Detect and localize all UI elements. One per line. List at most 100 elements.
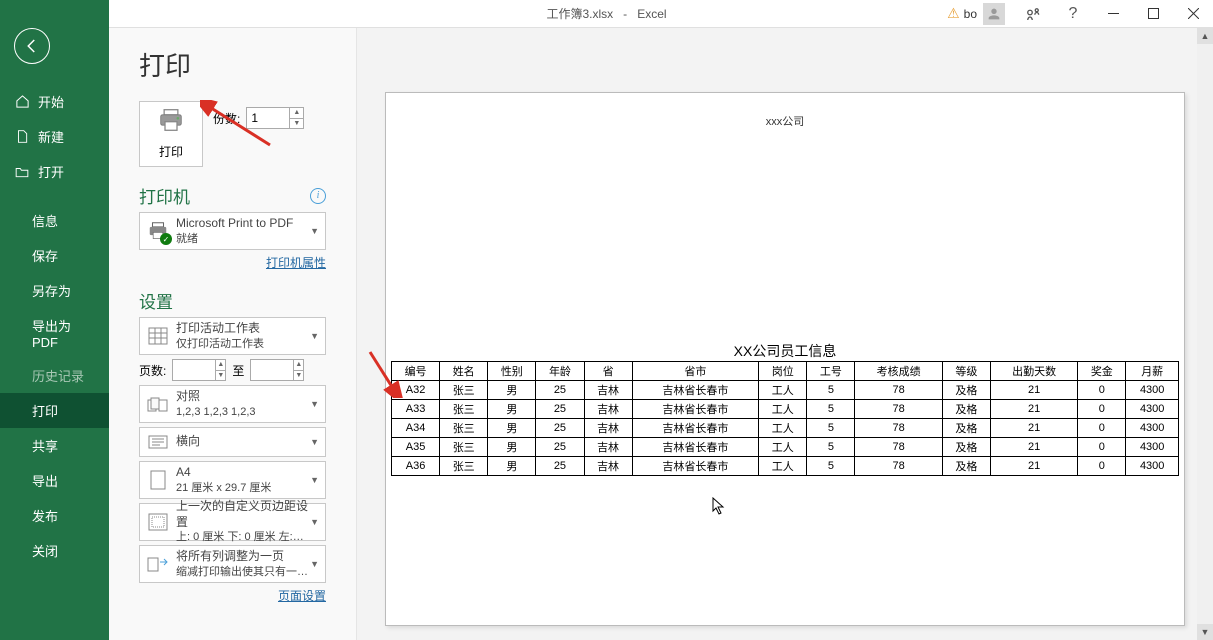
table-header: 奖金 — [1078, 362, 1126, 381]
chevron-down-icon: ▼ — [310, 559, 319, 569]
title-bar: 工作簿3.xlsx - Excel ⚠ bo ? — [0, 0, 1213, 28]
table-header: 等级 — [942, 362, 990, 381]
sidebar-item-new[interactable]: 新建 — [0, 119, 109, 154]
home-icon — [14, 94, 30, 110]
sidebar-item-label: 打开 — [38, 162, 64, 181]
sidebar-item-saveas[interactable]: 另存为 — [0, 273, 109, 308]
collate-dropdown[interactable]: 对照1,2,3 1,2,3 1,2,3 ▼ — [139, 385, 326, 423]
chevron-down-icon: ▼ — [310, 517, 319, 527]
printer-properties-link[interactable]: 打印机属性 — [266, 256, 326, 270]
paper-icon — [146, 468, 170, 492]
chevron-down-icon: ▼ — [310, 437, 319, 447]
sidebar-item-label: 新建 — [38, 127, 64, 146]
preview-page: xxx公司 XX公司员工信息 编号姓名性别年龄省省市岗位工号考核成绩等级出勤天数… — [385, 92, 1185, 626]
pages-from-spinner[interactable]: ▲▼ — [172, 359, 226, 381]
sidebar-item-history: 历史记录 — [0, 358, 109, 393]
appname: Excel — [637, 7, 666, 21]
sidebar-item-open[interactable]: 打开 — [0, 154, 109, 189]
back-button[interactable] — [14, 28, 50, 64]
page-header: xxx公司 — [386, 93, 1184, 129]
avatar[interactable] — [983, 3, 1005, 25]
print-button-label: 打印 — [159, 143, 183, 160]
minimize-button[interactable] — [1093, 0, 1133, 28]
sidebar-item-export[interactable]: 导出 — [0, 463, 109, 498]
scaling-icon — [146, 552, 170, 576]
preview-scrollbar[interactable]: ▲ ▼ — [1197, 28, 1213, 640]
employee-table: XX公司员工信息 编号姓名性别年龄省省市岗位工号考核成绩等级出勤天数奖金月薪 A… — [391, 341, 1179, 476]
pages-to-spinner[interactable]: ▲▼ — [250, 359, 304, 381]
filename: 工作簿3.xlsx — [546, 7, 613, 21]
maximize-button[interactable] — [1133, 0, 1173, 28]
table-header: 编号 — [392, 362, 440, 381]
warning-icon: ⚠ — [947, 5, 960, 22]
close-button[interactable] — [1173, 0, 1213, 28]
pages-to-input[interactable] — [251, 360, 293, 380]
sidebar-item-exportpdf[interactable]: 导出为PDF — [0, 308, 109, 358]
spinner-down[interactable]: ▼ — [290, 119, 303, 129]
print-scope-dropdown[interactable]: 打印活动工作表仅打印活动工作表 ▼ — [139, 317, 326, 355]
table-header: 年龄 — [536, 362, 584, 381]
sidebar-item-publish[interactable]: 发布 — [0, 498, 109, 533]
new-icon — [14, 129, 30, 145]
chevron-down-icon: ▼ — [310, 399, 319, 409]
table-header: 性别 — [488, 362, 536, 381]
sheet-icon — [146, 324, 170, 348]
copies-input[interactable] — [247, 108, 289, 128]
paper-size-dropdown[interactable]: A421 厘米 x 29.7 厘米 ▼ — [139, 461, 326, 499]
pages-label: 页数: — [139, 362, 166, 379]
table-header: 姓名 — [440, 362, 488, 381]
table-header: 考核成绩 — [855, 362, 942, 381]
settings-section-title: 设置 — [139, 288, 173, 313]
window-title: 工作簿3.xlsx - Excel — [546, 5, 666, 22]
spinner-up[interactable]: ▲ — [290, 108, 303, 119]
main-area: 打印 打印 份数: ▲▼ 打印机 i — [109, 28, 1213, 640]
table-row: A32张三男25吉林吉林省长春市工人578及格2104300 — [392, 381, 1179, 400]
orientation-dropdown[interactable]: 横向 ▼ — [139, 427, 326, 457]
sidebar-item-share[interactable]: 共享 — [0, 428, 109, 463]
table-caption: XX公司员工信息 — [391, 341, 1179, 361]
printer-dropdown[interactable]: ✓ Microsoft Print to PDF 就绪 ▼ — [139, 212, 326, 250]
page-setup-link[interactable]: 页面设置 — [278, 589, 326, 603]
print-settings-panel: 打印 打印 份数: ▲▼ 打印机 i — [109, 28, 357, 640]
sidebar-item-close[interactable]: 关闭 — [0, 533, 109, 568]
table-header: 岗位 — [759, 362, 807, 381]
chevron-down-icon: ▼ — [310, 331, 319, 341]
share-button[interactable] — [1013, 0, 1053, 28]
sidebar-item-label: 开始 — [38, 92, 64, 111]
collate-icon — [146, 392, 170, 416]
printer-section-title: 打印机 — [139, 183, 190, 208]
sidebar-item-save[interactable]: 保存 — [0, 238, 109, 273]
scroll-down-button[interactable]: ▼ — [1197, 624, 1213, 640]
printer-icon — [157, 108, 185, 139]
table-row: A35张三男25吉林吉林省长春市工人578及格2104300 — [392, 438, 1179, 457]
help-button[interactable]: ? — [1053, 0, 1093, 28]
table-header: 省市 — [632, 362, 759, 381]
table-header: 月薪 — [1126, 362, 1179, 381]
table-row: A34张三男25吉林吉林省长春市工人578及格2104300 — [392, 419, 1179, 438]
sidebar-item-print[interactable]: 打印 — [0, 393, 109, 428]
orientation-icon — [146, 430, 170, 454]
scroll-up-button[interactable]: ▲ — [1197, 28, 1213, 44]
margins-dropdown[interactable]: 上一次的自定义页边距设置上: 0 厘米 下: 0 厘米 左:… ▼ — [139, 503, 326, 541]
open-icon — [14, 164, 30, 180]
info-icon[interactable]: i — [310, 188, 326, 204]
chevron-down-icon: ▼ — [310, 226, 319, 236]
printer-status-icon: ✓ — [146, 219, 170, 243]
pages-to-label: 至 — [232, 362, 244, 379]
table-header: 出勤天数 — [990, 362, 1077, 381]
sidebar-item-home[interactable]: 开始 — [0, 84, 109, 119]
copies-spinner[interactable]: ▲▼ — [246, 107, 304, 129]
chevron-down-icon: ▼ — [310, 475, 319, 485]
user-name: bo — [964, 7, 977, 21]
pages-from-input[interactable] — [173, 360, 215, 380]
scaling-dropdown[interactable]: 将所有列调整为一页缩减打印输出使其只有一… ▼ — [139, 545, 326, 583]
table-header: 工号 — [807, 362, 855, 381]
print-preview: ▲ ▼ xxx公司 XX公司员工信息 编号姓名性别年龄省省市岗位工号考核成绩等级… — [357, 28, 1213, 640]
copies-label: 份数: — [213, 110, 240, 127]
page-title: 打印 — [139, 46, 326, 83]
table-header: 省 — [584, 362, 632, 381]
sidebar-item-info[interactable]: 信息 — [0, 203, 109, 238]
table-row: A33张三男25吉林吉林省长春市工人578及格2104300 — [392, 400, 1179, 419]
margins-icon — [146, 510, 170, 534]
print-button[interactable]: 打印 — [139, 101, 203, 167]
